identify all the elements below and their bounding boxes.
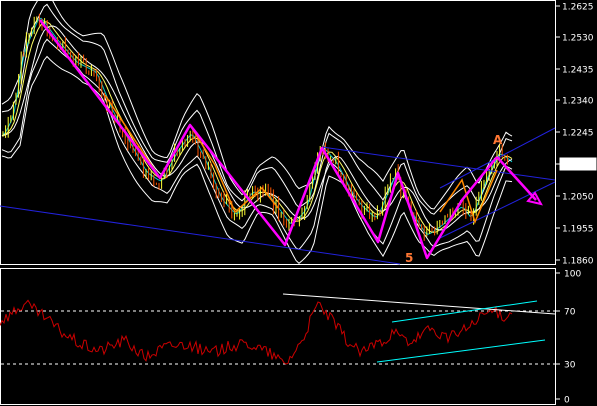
price-tick-label: 1.1860 [562, 257, 594, 267]
price-panel: A 5 [0, 0, 556, 265]
osc-tick-label: 70 [564, 308, 576, 318]
price-axis: 1.2625 1.2530 1.2435 1.2340 1.2245 1.2147 1.20… [555, 3, 597, 267]
price-tick-label: 1.2435 [562, 66, 594, 76]
price-tick-label: 1.1955 [562, 225, 594, 235]
current-price-label: 1.2147 [562, 161, 594, 171]
wave-label-5: 5 [405, 251, 413, 265]
osc-tick-label: 100 [564, 270, 581, 280]
chart-window: A 5 1.2625 1.2530 1.2435 1.2340 1.2245 1.2147… [0, 0, 597, 406]
osc-tick-label: 0 [564, 396, 570, 406]
wave-label-a: A [493, 133, 503, 147]
oscillator-panel [0, 268, 556, 405]
price-tick-label: 1.2530 [562, 34, 594, 44]
price-tick-label: 1.2245 [562, 129, 594, 139]
oscillator-axis: 100 70 30 0 [555, 270, 581, 406]
price-tick-label: 1.2340 [562, 97, 594, 107]
price-tick-label: 1.2625 [562, 3, 594, 13]
osc-tick-label: 30 [564, 361, 576, 371]
chart-svg: A 5 1.2625 1.2530 1.2435 1.2340 1.2245 1.2147… [0, 0, 597, 406]
oscillator-panel-border [0, 268, 556, 405]
price-tick-label: 1.2050 [562, 193, 594, 203]
